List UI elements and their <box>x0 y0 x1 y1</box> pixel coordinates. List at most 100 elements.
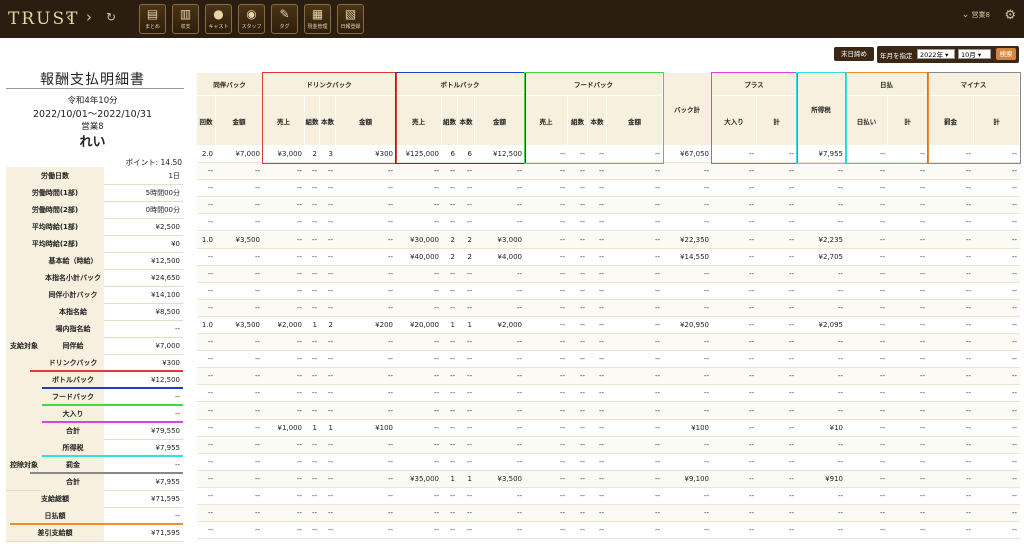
table-cell: -- <box>919 184 925 193</box>
table-cell: -- <box>254 252 260 261</box>
table-cell: -- <box>327 457 333 466</box>
table-cell: -- <box>327 235 333 244</box>
table-cell: -- <box>207 457 213 466</box>
toolbar-button-0[interactable]: ▤ まとめ <box>139 4 166 34</box>
table-cell: -- <box>387 252 393 261</box>
toolbar-button-4[interactable]: ✎ タグ <box>271 4 298 34</box>
table-cell: -- <box>449 509 455 518</box>
highlight-underline <box>30 370 183 372</box>
table-cell: -- <box>748 509 754 518</box>
month-end-close-button[interactable]: 末日締め <box>834 47 874 61</box>
table-cell: -- <box>296 184 302 193</box>
table-cell: -- <box>207 372 213 381</box>
table-cell: -- <box>579 406 585 415</box>
table-cell: -- <box>559 509 565 518</box>
table-cell: -- <box>327 372 333 381</box>
month-select[interactable]: 10月 ▾ <box>958 49 991 59</box>
summary-label: ドリンクバック <box>42 354 104 371</box>
table-cell: -- <box>654 218 660 227</box>
toolbar-button-2[interactable]: ● キャスト <box>205 4 232 34</box>
table-cell: -- <box>254 338 260 347</box>
table-cell: -- <box>311 509 317 518</box>
toolbar-button-1[interactable]: ▥ 収支 <box>172 4 199 34</box>
table-cell: -- <box>449 440 455 449</box>
table-cell: -- <box>598 269 604 278</box>
table-cell: -- <box>965 372 971 381</box>
highlight-underline <box>42 387 183 389</box>
table-cell: -- <box>449 406 455 415</box>
table-cell: -- <box>879 355 885 364</box>
table-cell: -- <box>703 303 709 312</box>
user-menu[interactable]: ⌄ 営業8 <box>962 10 990 20</box>
summary-label: 同伴給 <box>42 337 104 354</box>
table-cell: -- <box>748 167 754 176</box>
table-cell: -- <box>207 201 213 210</box>
table-cell: -- <box>327 201 333 210</box>
summary-value: ¥2,500 <box>155 222 181 231</box>
toolbar-label: タグ <box>279 24 290 30</box>
table-cell: ¥20,950 <box>680 321 709 329</box>
table-cell: -- <box>254 201 260 210</box>
table-cell: -- <box>254 474 260 483</box>
table-cell: -- <box>879 406 885 415</box>
reload-button[interactable]: ↻ <box>106 10 116 24</box>
table-cell: -- <box>559 457 565 466</box>
table-cell: -- <box>559 406 565 415</box>
toolbar-button-6[interactable]: ▧ 日報登録 <box>337 4 364 34</box>
table-cell: -- <box>837 509 843 518</box>
table-cell: -- <box>965 423 971 432</box>
table-cell: -- <box>296 492 302 500</box>
toolbar-button-3[interactable]: ◉ スタッフ <box>238 4 265 34</box>
year-select[interactable]: 2022年 ▾ <box>917 49 955 59</box>
back-button[interactable]: ‹ <box>66 8 72 26</box>
title-divider <box>6 88 184 89</box>
table-cell: -- <box>654 423 660 432</box>
table-cell: -- <box>311 440 317 449</box>
table-cell: -- <box>598 440 604 449</box>
table-cell: -- <box>703 338 709 347</box>
table-cell: -- <box>654 389 660 398</box>
bar-chart-icon: ▥ <box>179 7 192 21</box>
table-cell: -- <box>703 372 709 381</box>
table-cell: -- <box>919 167 925 176</box>
table-cell: -- <box>449 286 455 295</box>
table-cell: -- <box>559 423 565 432</box>
table-cell: -- <box>1011 338 1017 347</box>
table-cell: -- <box>1011 355 1017 364</box>
search-button[interactable]: 検索 <box>996 48 1016 60</box>
summary-value: ¥0 <box>171 239 180 248</box>
toolbar-button-5[interactable]: ▦ 現金管理 <box>304 4 331 34</box>
deduction-group-label: 控除対象 <box>6 439 42 491</box>
table-cell: -- <box>703 184 709 193</box>
table-cell: -- <box>207 286 213 295</box>
table-cell: -- <box>516 406 522 415</box>
table-cell: -- <box>837 269 843 278</box>
table-cell: -- <box>559 355 565 364</box>
table-cell: -- <box>1011 526 1017 535</box>
table-cell: 1 <box>312 423 317 432</box>
table-cell: -- <box>1011 389 1017 398</box>
table-cell: ¥40,000 <box>410 252 439 261</box>
gear-icon[interactable]: ⚙ <box>1004 8 1016 23</box>
table-cell: -- <box>965 235 971 244</box>
table-cell: -- <box>387 184 393 193</box>
table-cell: -- <box>254 389 260 398</box>
user-name: 営業8 <box>971 11 990 19</box>
table-cell: -- <box>1011 252 1017 261</box>
table-cell: -- <box>254 355 260 364</box>
table-cell: -- <box>466 526 472 535</box>
highlight-underline <box>30 472 183 474</box>
forward-button[interactable]: › <box>86 8 92 26</box>
table-cell: -- <box>466 286 472 295</box>
highlight-underline <box>42 421 183 423</box>
table-cell: -- <box>579 303 585 312</box>
table-cell: -- <box>965 303 971 312</box>
group-header: バック計 <box>663 73 712 145</box>
table-cell: -- <box>254 406 260 415</box>
highlight-box <box>845 72 929 165</box>
column-header: 金額 <box>216 95 263 145</box>
table-cell: -- <box>466 423 472 432</box>
table-cell: -- <box>788 338 794 347</box>
table-cell: -- <box>1011 474 1017 483</box>
table-cell: -- <box>919 286 925 295</box>
